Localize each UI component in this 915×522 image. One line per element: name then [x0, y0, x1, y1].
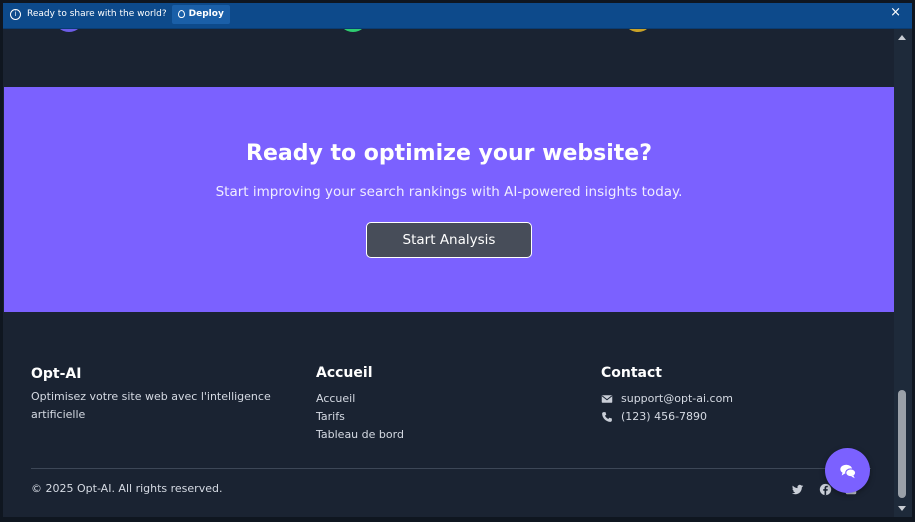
footer-divider — [31, 468, 871, 469]
envelope-icon — [601, 395, 613, 403]
contact-phone-row: (123) 456-7890 — [601, 408, 733, 426]
cta-title: Ready to optimize your website? — [246, 141, 652, 166]
deploy-button[interactable]: Deploy — [171, 4, 230, 24]
footer-brand-description: Optimisez votre site web avec l'intellig… — [31, 390, 271, 421]
notification-message: Ready to share with the world? — [27, 9, 167, 19]
scrollbar-thumb[interactable] — [898, 390, 906, 498]
close-icon[interactable]: × — [890, 6, 901, 19]
footer-contact: Contact support@opt-ai.com (123) 456-789… — [601, 365, 733, 426]
chat-button[interactable] — [825, 448, 870, 493]
twitter-icon[interactable] — [790, 482, 804, 496]
deploy-button-label: Deploy — [188, 9, 224, 19]
feature-icon-circle — [623, 29, 653, 32]
contact-phone[interactable]: (123) 456-7890 — [621, 408, 707, 426]
chat-bubbles-icon — [839, 464, 856, 478]
scroll-up-arrow-icon[interactable] — [898, 35, 906, 40]
footer-link-tarifs[interactable]: Tarifs — [316, 408, 404, 426]
vertical-scrollbar[interactable] — [894, 29, 912, 517]
footer-link-tableau-de-bord[interactable]: Tableau de bord — [316, 426, 404, 444]
copyright-text: © 2025 Opt-AI. All rights reserved. — [31, 482, 223, 495]
cta-section: Ready to optimize your website? Start im… — [4, 87, 894, 312]
page-content: Ready to optimize your website? Start im… — [4, 29, 894, 517]
footer-link-accueil[interactable]: Accueil — [316, 390, 404, 408]
footer: Opt-AI Optimisez votre site web avec l'i… — [4, 312, 894, 517]
window-bottom-edge — [0, 517, 915, 522]
scroll-down-arrow-icon[interactable] — [898, 506, 906, 511]
footer-links: Accueil Accueil Tarifs Tableau de bord — [316, 365, 404, 444]
feature-icon-circle — [54, 29, 84, 32]
deploy-icon — [177, 10, 185, 18]
contact-email[interactable]: support@opt-ai.com — [621, 390, 733, 408]
phone-icon — [602, 412, 612, 422]
footer-contact-title: Contact — [601, 365, 662, 381]
footer-brand-title: Opt-AI — [31, 366, 82, 382]
feature-icon-circle — [338, 29, 368, 32]
deploy-notification-bar: i Ready to share with the world? Deploy … — [0, 0, 915, 29]
start-analysis-button[interactable]: Start Analysis — [366, 222, 532, 258]
footer-brand: Opt-AI Optimisez votre site web avec l'i… — [31, 365, 281, 424]
cta-subtitle: Start improving your search rankings wit… — [215, 184, 683, 200]
footer-links-title: Accueil — [316, 365, 373, 381]
contact-email-row: support@opt-ai.com — [601, 390, 733, 408]
info-icon: i — [10, 8, 21, 20]
